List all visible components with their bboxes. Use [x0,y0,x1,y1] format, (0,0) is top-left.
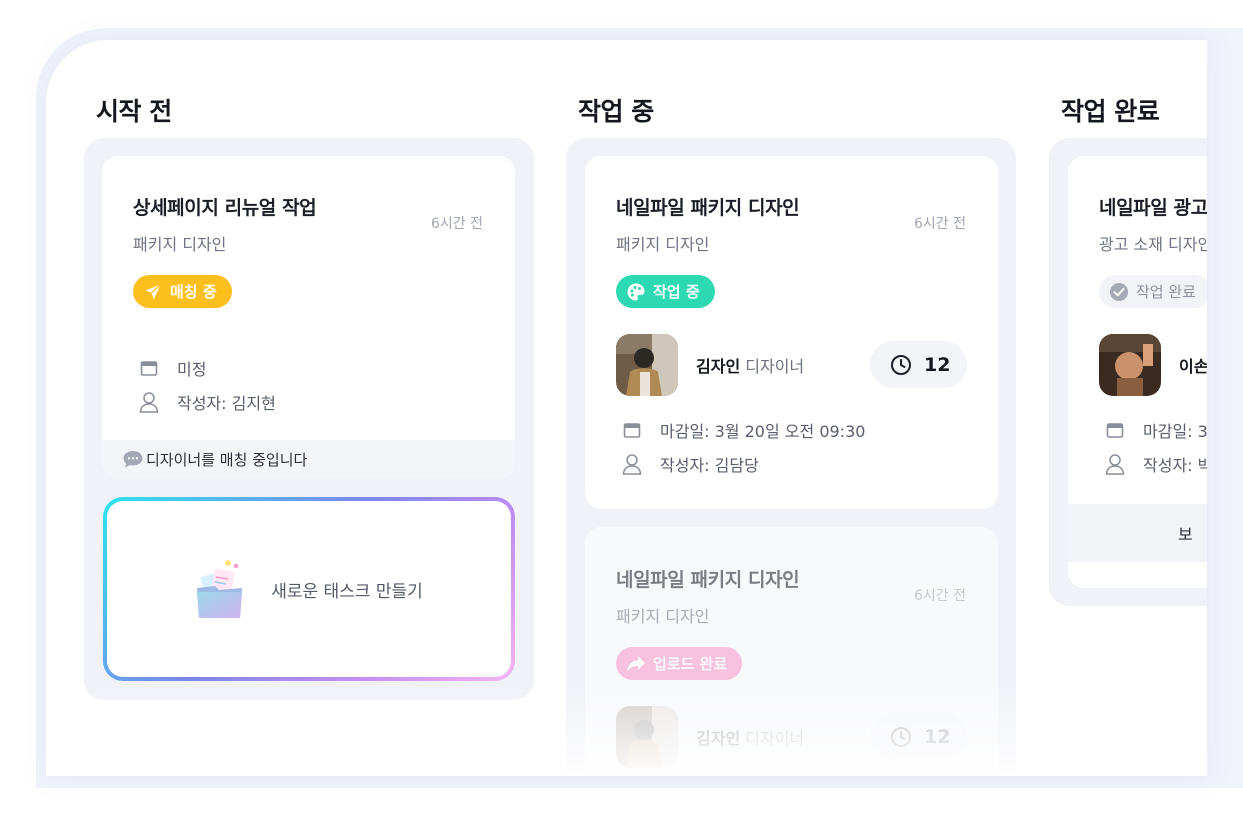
column-title-in-progress: 작업 중 [578,97,654,126]
user-icon [622,454,642,475]
card-subtitle: 패키지 디자인 [616,235,710,254]
designer-name: 김자인 [696,357,741,376]
designer-info: 이손 [1179,353,1207,377]
user-icon [139,392,159,413]
timer-badge: 12 [870,341,967,388]
avatar [616,334,678,396]
calendar-icon [623,423,641,438]
avatar [1099,334,1161,396]
footer-button-label: 보 [1178,525,1193,544]
calendar-icon [140,361,158,376]
designer-info: 김자인 디자이너 [696,725,804,749]
card-title: 네일파일 패키지 디자인 [616,197,800,219]
user-icon [1105,454,1125,475]
footer-text: 디자이너를 매칭 중입니다 [146,450,308,469]
task-card-uploaded[interactable]: 네일파일 패키지 디자인 패키지 디자인 6시간 전 업로드 완료 김자인 디자… [585,527,998,776]
calendar-icon [1106,423,1124,438]
column-title-done: 작업 완료 [1061,97,1160,126]
card-title: 네일파일 광고 [1099,197,1207,219]
designer-role: 디자이너 [745,729,805,748]
designer-name: 이손 [1179,357,1207,376]
task-card-todo[interactable]: 상세페이지 리뉴얼 작업 패키지 디자인 6시간 전 매칭 중 미정 작성자: … [102,156,515,478]
new-task-label: 새로운 태스크 만들기 [271,581,423,602]
card-deadline: 마감일: 3월 20일 오전 09:30 [660,422,866,441]
badge-label: 작업 완료 [1136,283,1196,301]
status-badge-uploaded: 업로드 완료 [616,647,743,680]
designer-info: 김자인 디자이너 [696,353,804,377]
card-title: 상세페이지 리뉴얼 작업 [133,197,317,219]
card-date: 미정 [177,360,207,379]
card-time: 6시간 전 [914,588,966,604]
folder-illustration-icon [197,560,243,618]
palette-icon [626,282,646,302]
designer-role: 디자이너 [745,357,805,376]
timer-badge: 12 [870,713,967,760]
badge-label: 작업 중 [653,283,700,301]
card-subtitle: 패키지 디자인 [616,607,710,626]
clock-icon [891,354,911,375]
card-title: 네일파일 패키지 디자인 [616,569,800,591]
card-author: 작성자: 김지현 [177,394,276,413]
card-subtitle: 패키지 디자인 [133,235,227,254]
card-author-row: 작성자: 박 [1105,452,1207,476]
card-deadline-row: 마감일: 3월 20일 오전 09:30 [622,418,865,442]
card-date-row: 미정 [139,356,206,380]
status-badge-matching: 매칭 중 [133,275,232,308]
designer-name: 김자인 [696,729,741,748]
avatar [616,706,678,768]
column-title-todo: 시작 전 [96,97,172,126]
timer-value: 12 [924,725,951,748]
clock-icon [891,726,911,747]
badge-label: 업로드 완료 [653,655,728,673]
new-task-button[interactable]: 새로운 태스크 만들기 [103,497,515,681]
card-author-row: 작성자: 김담당 [622,452,759,476]
badge-label: 매칭 중 [170,283,217,301]
card-author: 작성자: 김담당 [660,456,759,475]
share-arrow-icon [626,654,646,674]
kanban-board: 시작 전 상세페이지 리뉴얼 작업 패키지 디자인 6시간 전 매칭 중 미정 … [46,40,1207,776]
card-footer-message: 디자이너를 매칭 중입니다 [102,440,515,478]
status-badge-working: 작업 중 [616,275,715,308]
paper-plane-icon [143,282,163,302]
timer-value: 12 [924,353,951,376]
card-author-row: 작성자: 김지현 [139,390,276,414]
card-deadline: 마감일: 3 [1143,422,1207,441]
task-card-done[interactable]: 네일파일 광고 광고 소재 디자인 작업 완료 이손 마감일: 3 작성자: 박… [1068,156,1207,588]
card-time: 6시간 전 [431,216,483,232]
status-badge-done: 작업 완료 [1099,275,1207,308]
card-footer-button[interactable]: 보 [1068,504,1207,562]
card-author: 작성자: 박 [1143,456,1207,475]
card-deadline-row: 마감일: 3 [1105,418,1207,442]
check-circle-icon [1109,282,1129,302]
task-card-in-progress[interactable]: 네일파일 패키지 디자인 패키지 디자인 6시간 전 작업 중 김자인 디자이너… [585,156,998,509]
card-subtitle: 광고 소재 디자인 [1099,235,1207,254]
chat-bubble-icon [123,451,143,468]
card-time: 6시간 전 [914,216,966,232]
